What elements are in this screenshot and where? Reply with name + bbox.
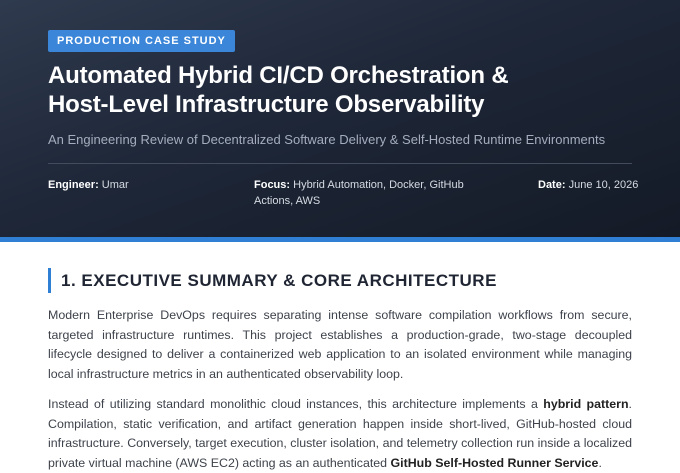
- date-label: Date:: [538, 179, 566, 191]
- case-study-badge: PRODUCTION CASE STUDY: [48, 30, 235, 52]
- document-title: Automated Hybrid CI/CD Orchestration & H…: [48, 61, 648, 119]
- paragraph-hybrid: Instead of utilizing standard monolithic…: [48, 395, 632, 473]
- focus-label: Focus:: [254, 179, 291, 191]
- hybrid-pattern-emphasis: hybrid pattern: [543, 397, 629, 411]
- paragraph-intro: Modern Enterprise DevOps requires separa…: [48, 308, 632, 381]
- document-subtitle: An Engineering Review of Decentralized S…: [48, 132, 606, 147]
- meta-engineer: Engineer: Umar: [48, 177, 129, 193]
- para2-text-3: .: [598, 455, 602, 470]
- meta-focus: Focus: Hybrid Automation, Docker, GitHub…: [254, 177, 464, 209]
- section-accent-bar: [48, 268, 51, 293]
- header-accent-bar: [0, 237, 680, 242]
- header-divider: [48, 163, 632, 164]
- engineer-value: Umar: [101, 179, 129, 191]
- date-value: June 10, 2026: [568, 179, 639, 191]
- title-line-1: Automated Hybrid CI/CD Orchestration &: [48, 62, 509, 89]
- para2-text-1: Instead of utilizing standard monolithic…: [48, 397, 544, 411]
- self-hosted-runner-emphasis: GitHub Self-Hosted Runner Service: [390, 455, 599, 470]
- engineer-label: Engineer:: [48, 179, 99, 191]
- title-line-2: Host-Level Infrastructure Observability: [48, 91, 485, 118]
- section-heading: 1. EXECUTIVE SUMMARY & CORE ARCHITECTURE: [61, 271, 497, 290]
- meta-date: Date: June 10, 2026: [538, 177, 638, 193]
